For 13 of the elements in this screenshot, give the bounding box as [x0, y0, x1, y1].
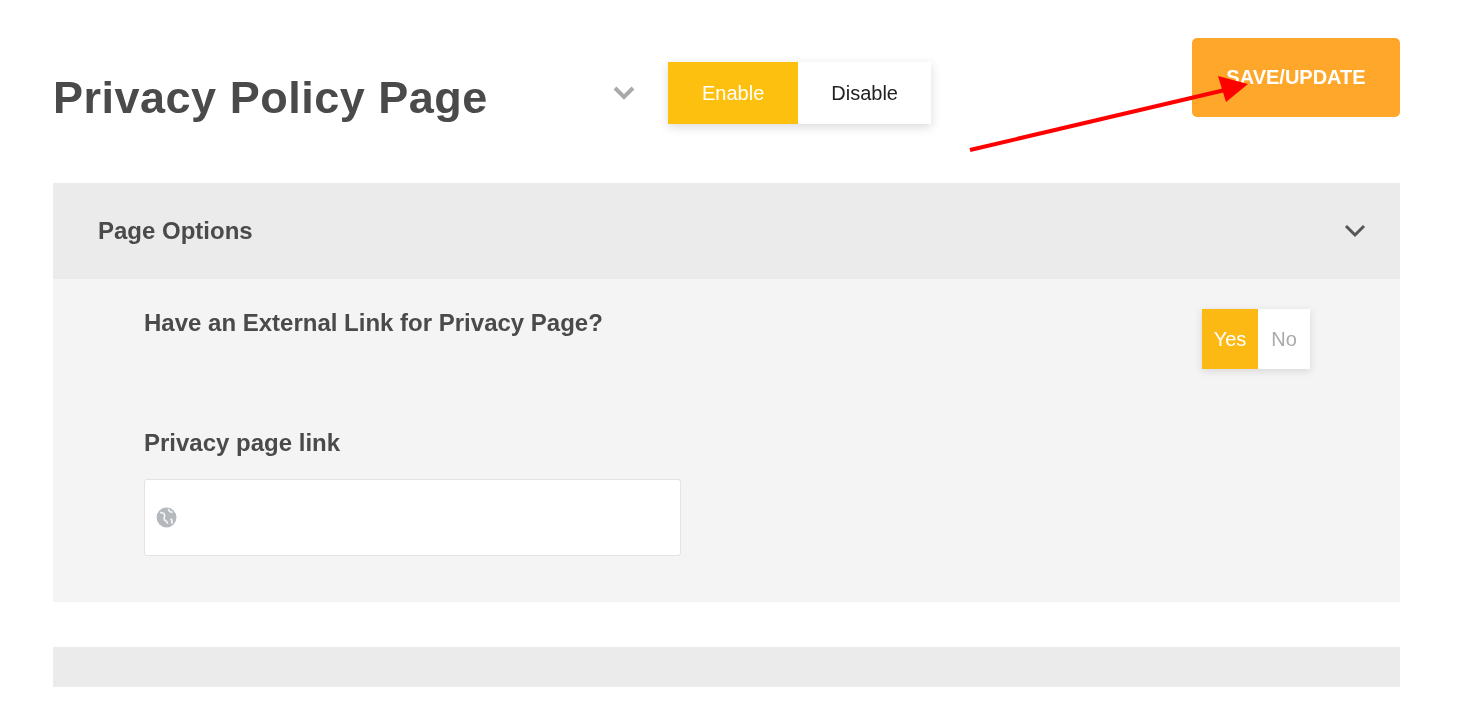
- page-title: Privacy Policy Page: [53, 72, 489, 124]
- panel-title: Page Options: [98, 217, 253, 245]
- url-input-field[interactable]: [144, 479, 681, 556]
- field-label: Have an External Link for Privacy Page?: [144, 309, 603, 337]
- field-label: Privacy page link: [144, 429, 342, 457]
- chevron-down-icon[interactable]: [1344, 224, 1366, 238]
- toggle-option[interactable]: No: [1258, 309, 1310, 369]
- panel-header[interactable]: Page Options: [53, 183, 1400, 279]
- globe-icon: [156, 507, 177, 528]
- status-toggle-option[interactable]: Disable: [798, 62, 931, 124]
- save-update-button[interactable]: SAVE/UPDATE: [1192, 38, 1400, 117]
- toggle-option[interactable]: Yes: [1202, 309, 1258, 369]
- status-toggle-option[interactable]: Enable: [668, 62, 799, 124]
